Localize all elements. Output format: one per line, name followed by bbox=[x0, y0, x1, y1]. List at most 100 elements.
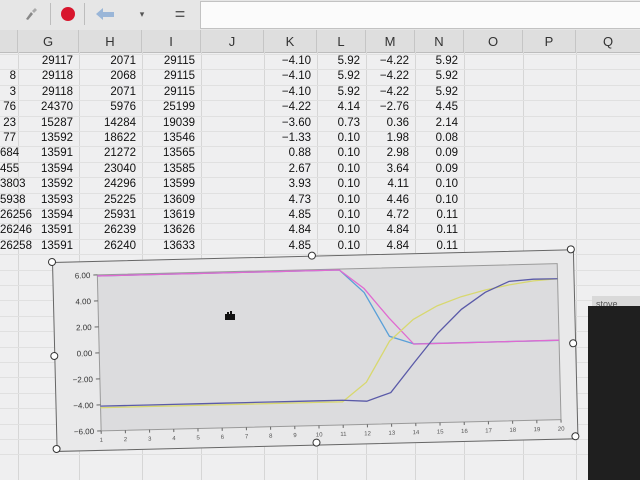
table-cell[interactable]: 0.10 bbox=[317, 177, 366, 193]
table-cell[interactable]: 2071 bbox=[79, 54, 142, 70]
table-cell[interactable]: 1.98 bbox=[366, 131, 415, 147]
table-cell[interactable]: 13626 bbox=[142, 223, 201, 239]
table-cell[interactable]: 13594 bbox=[18, 162, 79, 178]
table-cell-partial[interactable]: 3803 bbox=[0, 177, 26, 193]
table-cell-partial[interactable]: 8 bbox=[0, 69, 18, 85]
table-cell[interactable]: 13609 bbox=[142, 193, 201, 209]
table-cell[interactable]: 5.92 bbox=[317, 54, 366, 70]
table-cell[interactable]: 0.10 bbox=[317, 223, 366, 239]
table-cell[interactable] bbox=[201, 85, 264, 101]
column-header-g[interactable]: G bbox=[18, 30, 79, 53]
table-cell[interactable]: −3.60 bbox=[264, 116, 317, 132]
table-cell[interactable]: 29117 bbox=[18, 54, 79, 70]
table-cell[interactable]: 26240 bbox=[79, 239, 142, 255]
table-cell[interactable]: 24296 bbox=[79, 177, 142, 193]
table-cell[interactable] bbox=[201, 162, 264, 178]
table-cell[interactable]: 0.10 bbox=[317, 239, 366, 255]
table-cell[interactable]: 2.98 bbox=[366, 146, 415, 162]
table-cell[interactable]: 2.67 bbox=[264, 162, 317, 178]
table-cell[interactable]: −4.10 bbox=[264, 85, 317, 101]
table-cell[interactable]: 13591 bbox=[18, 146, 79, 162]
table-cell[interactable]: −1.33 bbox=[264, 131, 317, 147]
table-cell[interactable]: 5.92 bbox=[317, 69, 366, 85]
table-cell[interactable]: 2068 bbox=[79, 69, 142, 85]
record-macro-icon[interactable] bbox=[56, 2, 80, 26]
table-cell-partial[interactable]: 77 bbox=[0, 131, 18, 147]
table-cell[interactable]: 13593 bbox=[18, 193, 79, 209]
table-cell-partial[interactable]: 26246 bbox=[0, 223, 32, 239]
chevron-down-icon[interactable]: ▾ bbox=[134, 2, 150, 26]
table-cell[interactable]: 4.84 bbox=[366, 239, 415, 255]
table-cell[interactable]: 0.10 bbox=[317, 208, 366, 224]
table-cell[interactable]: 15287 bbox=[18, 116, 79, 132]
table-cell[interactable]: 0.10 bbox=[317, 146, 366, 162]
column-header-k[interactable]: K bbox=[264, 30, 317, 53]
table-cell[interactable]: 25199 bbox=[142, 100, 201, 116]
table-cell[interactable]: 0.10 bbox=[317, 131, 366, 147]
table-cell[interactable]: −4.22 bbox=[264, 100, 317, 116]
table-cell[interactable]: −4.22 bbox=[366, 54, 415, 70]
table-cell[interactable]: 4.46 bbox=[366, 193, 415, 209]
table-cell[interactable]: 0.10 bbox=[415, 177, 464, 193]
table-cell[interactable]: 29115 bbox=[142, 85, 201, 101]
table-cell[interactable]: −4.22 bbox=[366, 85, 415, 101]
table-cell[interactable]: 0.11 bbox=[415, 208, 464, 224]
table-cell[interactable]: 25931 bbox=[79, 208, 142, 224]
table-cell[interactable]: 0.09 bbox=[415, 162, 464, 178]
formula-input[interactable] bbox=[200, 1, 640, 29]
table-cell[interactable]: 4.14 bbox=[317, 100, 366, 116]
table-cell[interactable]: 0.11 bbox=[415, 223, 464, 239]
function-equals-icon[interactable]: = bbox=[168, 2, 192, 26]
table-cell[interactable]: −2.76 bbox=[366, 100, 415, 116]
table-cell[interactable]: 24370 bbox=[18, 100, 79, 116]
table-cell[interactable]: 19039 bbox=[142, 116, 201, 132]
table-cell[interactable]: 4.73 bbox=[264, 193, 317, 209]
table-cell[interactable]: 5.92 bbox=[415, 69, 464, 85]
table-cell[interactable]: 4.84 bbox=[366, 223, 415, 239]
table-cell[interactable]: 2.14 bbox=[415, 116, 464, 132]
table-cell[interactable]: 4.11 bbox=[366, 177, 415, 193]
table-cell[interactable]: 13585 bbox=[142, 162, 201, 178]
table-cell[interactable]: 14284 bbox=[79, 116, 142, 132]
table-cell[interactable]: −4.10 bbox=[264, 54, 317, 70]
table-cell[interactable]: 0.10 bbox=[415, 193, 464, 209]
table-cell[interactable]: 13565 bbox=[142, 146, 201, 162]
table-cell[interactable]: 0.88 bbox=[264, 146, 317, 162]
column-header-blank[interactable] bbox=[0, 30, 18, 53]
column-header-q[interactable]: Q bbox=[576, 30, 640, 53]
table-cell[interactable]: 29118 bbox=[18, 85, 79, 101]
column-header-h[interactable]: H bbox=[79, 30, 142, 53]
table-cell[interactable]: 4.84 bbox=[264, 223, 317, 239]
table-cell[interactable]: 29118 bbox=[18, 69, 79, 85]
table-cell[interactable] bbox=[201, 223, 264, 239]
table-cell[interactable]: 0.10 bbox=[317, 193, 366, 209]
table-cell[interactable]: 25225 bbox=[79, 193, 142, 209]
table-cell[interactable] bbox=[201, 131, 264, 147]
table-cell-partial[interactable]: 5938 bbox=[0, 193, 26, 209]
table-cell[interactable]: 21272 bbox=[79, 146, 142, 162]
table-cell[interactable]: 13592 bbox=[18, 177, 79, 193]
column-header-m[interactable]: M bbox=[366, 30, 415, 53]
column-header-i[interactable]: I bbox=[142, 30, 201, 53]
table-cell[interactable] bbox=[201, 69, 264, 85]
table-cell[interactable]: 26239 bbox=[79, 223, 142, 239]
table-cell[interactable]: 0.36 bbox=[366, 116, 415, 132]
table-cell[interactable]: 0.73 bbox=[317, 116, 366, 132]
table-cell[interactable]: 13599 bbox=[142, 177, 201, 193]
table-cell[interactable] bbox=[201, 116, 264, 132]
table-cell[interactable]: 4.45 bbox=[415, 100, 464, 116]
table-cell[interactable] bbox=[201, 177, 264, 193]
table-cell[interactable]: 2071 bbox=[79, 85, 142, 101]
table-cell-partial[interactable]: 26258 bbox=[0, 239, 32, 255]
brush-icon[interactable] bbox=[18, 2, 44, 26]
table-cell[interactable]: 13592 bbox=[18, 131, 79, 147]
table-cell[interactable] bbox=[201, 146, 264, 162]
table-cell[interactable]: 5.92 bbox=[415, 85, 464, 101]
table-cell[interactable] bbox=[201, 100, 264, 116]
table-cell[interactable]: 13633 bbox=[142, 239, 201, 255]
table-cell[interactable]: 0.10 bbox=[317, 162, 366, 178]
table-cell[interactable] bbox=[201, 208, 264, 224]
table-cell-partial[interactable]: 76 bbox=[0, 100, 18, 116]
table-cell[interactable] bbox=[201, 193, 264, 209]
table-cell[interactable]: 5.92 bbox=[415, 54, 464, 70]
